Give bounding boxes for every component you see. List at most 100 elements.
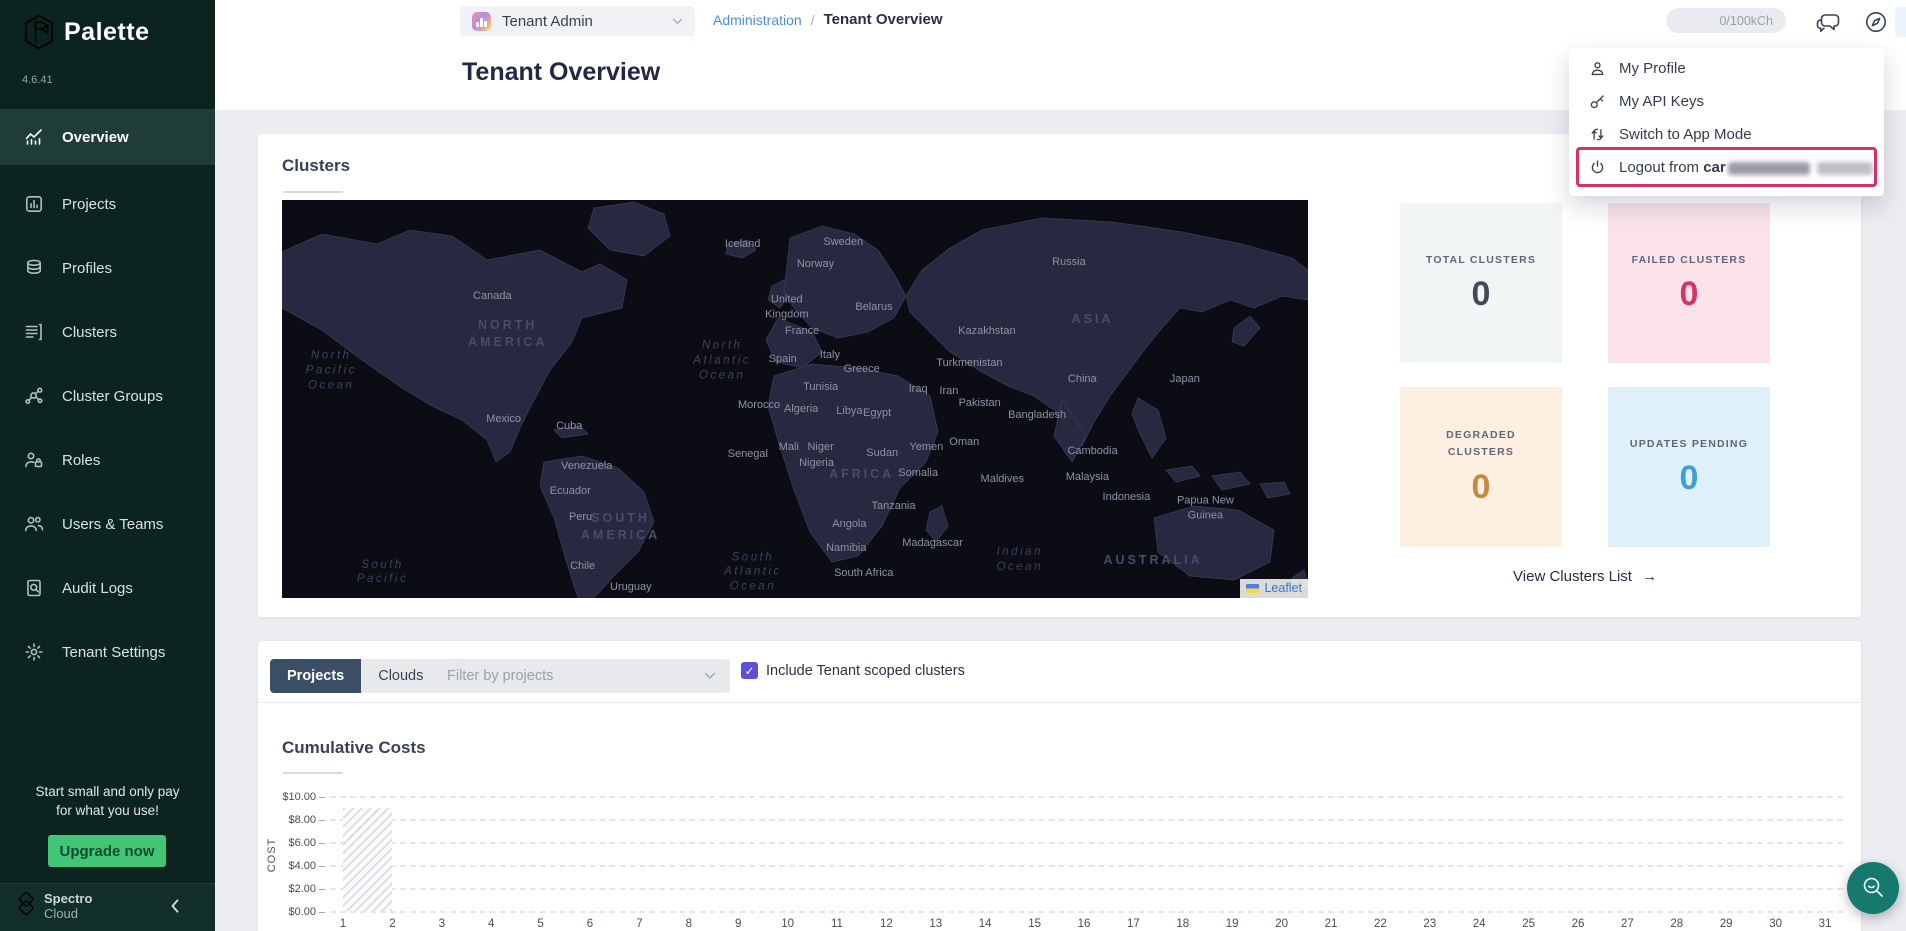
upgrade-now-button[interactable]: Upgrade now bbox=[48, 835, 166, 867]
chart-x-tick-label: 20 bbox=[1267, 918, 1297, 930]
scope-selector-label: Tenant Admin bbox=[502, 13, 593, 30]
sidebar-item-tenant-settings[interactable]: Tenant Settings bbox=[0, 624, 215, 680]
chart-y-tick bbox=[319, 912, 325, 913]
heading-underline bbox=[283, 772, 343, 774]
menu-item-logout-from[interactable]: Logout from car bbox=[1569, 151, 1884, 184]
chart-gridline bbox=[330, 865, 1843, 867]
ukraine-flag-icon bbox=[1246, 584, 1259, 593]
divider bbox=[258, 702, 1861, 703]
leaflet-attribution[interactable]: Leaflet bbox=[1240, 579, 1308, 598]
chart-y-tick-label: $8.00 bbox=[256, 814, 316, 826]
spectro-cloud-logo-icon bbox=[14, 892, 40, 922]
chart-x-tick-label: 2 bbox=[377, 918, 407, 930]
page-title: Tenant Overview bbox=[462, 58, 660, 87]
sidebar-item-audit-logs[interactable]: Audit Logs bbox=[0, 560, 215, 616]
chart-y-tick bbox=[319, 889, 325, 890]
help-search-button[interactable] bbox=[1847, 862, 1899, 914]
menu-item-switch-to-app-mode[interactable]: Switch to App Mode bbox=[1569, 118, 1884, 151]
menu-item-label: Logout from car bbox=[1619, 159, 1873, 176]
menu-item-my-api-keys[interactable]: My API Keys bbox=[1569, 85, 1884, 118]
chart-x-tick-label: 30 bbox=[1761, 918, 1791, 930]
stat-card-failed-clusters: FAILED CLUSTERS0 bbox=[1608, 203, 1770, 363]
chart-x-tick-label: 4 bbox=[476, 918, 506, 930]
stat-value: 0 bbox=[1472, 468, 1491, 507]
chart-y-tick bbox=[319, 797, 325, 798]
cluster-groups-icon bbox=[24, 386, 44, 406]
chart-x-tick-label: 22 bbox=[1365, 918, 1395, 930]
overview-icon bbox=[24, 127, 44, 147]
chat-icon[interactable] bbox=[1816, 12, 1842, 34]
chart-x-tick-label: 6 bbox=[575, 918, 605, 930]
chart-x-tick-label: 9 bbox=[723, 918, 753, 930]
chart-y-tick bbox=[319, 866, 325, 867]
filter-by-projects-select[interactable]: Filter by projects bbox=[433, 659, 730, 693]
chart-x-tick-label: 14 bbox=[970, 918, 1000, 930]
chart-gridline bbox=[330, 888, 1843, 890]
breadcrumb-administration-link[interactable]: Administration bbox=[713, 12, 802, 28]
sidebar: Palette 4.6.41 Overview Projects Profiles C… bbox=[0, 0, 215, 931]
chart-gridline bbox=[330, 842, 1843, 844]
power-icon bbox=[1589, 159, 1606, 176]
sidebar-item-label: Audit Logs bbox=[62, 580, 133, 597]
docs-button[interactable]: Docs bbox=[1895, 7, 1906, 37]
audit-logs-icon bbox=[24, 578, 44, 598]
chart-x-tick-label: 16 bbox=[1069, 918, 1099, 930]
key-icon bbox=[1589, 93, 1606, 110]
chart-x-tick-label: 11 bbox=[822, 918, 852, 930]
include-tenant-scoped-checkbox[interactable]: ✓ bbox=[741, 662, 758, 679]
chart-x-tick-label: 15 bbox=[1020, 918, 1050, 930]
brand-logo: Palette bbox=[24, 14, 149, 50]
sidebar-item-label: Clusters bbox=[62, 324, 117, 341]
menu-item-label: Switch to App Mode bbox=[1619, 126, 1752, 143]
chart-y-tick-label: $10.00 bbox=[256, 791, 316, 803]
tab-projects[interactable]: Projects bbox=[270, 659, 361, 693]
world-map[interactable]: IcelandSwedenNorwayRussiaCanadaUnited Ki… bbox=[282, 200, 1308, 598]
roles-icon bbox=[24, 450, 44, 470]
sidebar-item-roles[interactable]: Roles bbox=[0, 432, 215, 488]
stat-value: 0 bbox=[1472, 275, 1491, 314]
menu-item-my-profile[interactable]: My Profile bbox=[1569, 52, 1884, 85]
scope-tabs: ProjectsClouds bbox=[270, 659, 440, 693]
chart-gridline bbox=[330, 911, 1843, 913]
chart-x-tick-label: 19 bbox=[1217, 918, 1247, 930]
include-tenant-scoped-label: Include Tenant scoped clusters bbox=[766, 663, 965, 679]
magnifier-smile-icon bbox=[1859, 874, 1887, 902]
sidebar-item-projects[interactable]: Projects bbox=[0, 176, 215, 232]
stat-label: DEGRADED CLUSTERS bbox=[1446, 427, 1516, 461]
app-version: 4.6.41 bbox=[22, 74, 53, 86]
tab-clouds[interactable]: Clouds bbox=[361, 659, 440, 693]
arrow-right-icon: → bbox=[1642, 568, 1657, 585]
redacted-text bbox=[1817, 162, 1873, 175]
whats-new-compass-icon[interactable] bbox=[1864, 10, 1888, 34]
sidebar-item-profiles[interactable]: Profiles bbox=[0, 240, 215, 296]
collapse-sidebar-icon[interactable] bbox=[170, 898, 180, 914]
chart-nodata-hatch bbox=[343, 808, 392, 911]
usage-meter: 0/100kCh bbox=[1666, 8, 1786, 33]
settings-icon bbox=[24, 642, 44, 662]
chart-x-tick-label: 17 bbox=[1118, 918, 1148, 930]
scope-selector[interactable]: Tenant Admin bbox=[460, 6, 695, 36]
chart-x-tick-label: 31 bbox=[1810, 918, 1840, 930]
stat-label: TOTAL CLUSTERS bbox=[1426, 252, 1536, 269]
brand-name: Palette bbox=[64, 18, 149, 47]
chart-y-tick-label: $4.00 bbox=[256, 860, 316, 872]
sidebar-item-clusters[interactable]: Clusters bbox=[0, 304, 215, 360]
app-root: Palette 4.6.41 Overview Projects Profiles C… bbox=[0, 0, 1906, 931]
palette-logo-icon bbox=[24, 14, 54, 50]
world-map-svg bbox=[282, 200, 1308, 598]
stat-card-degraded-clusters: DEGRADED CLUSTERS 0 bbox=[1400, 387, 1562, 547]
view-clusters-list-link[interactable]: View Clusters List → bbox=[1400, 568, 1770, 585]
sidebar-item-cluster-groups[interactable]: Cluster Groups bbox=[0, 368, 215, 424]
projects-icon bbox=[24, 194, 44, 214]
redacted-text bbox=[1728, 162, 1810, 175]
stat-value: 0 bbox=[1680, 275, 1699, 314]
chart-y-tick-label: $2.00 bbox=[256, 883, 316, 895]
sidebar-item-label: Projects bbox=[62, 196, 116, 213]
sidebar-item-overview[interactable]: Overview bbox=[0, 109, 215, 165]
chart-x-tick-label: 25 bbox=[1514, 918, 1544, 930]
chart-x-tick-label: 8 bbox=[674, 918, 704, 930]
menu-item-label: My API Keys bbox=[1619, 93, 1704, 110]
breadcrumb: Administration / Tenant Overview bbox=[713, 11, 943, 28]
switch-icon bbox=[1589, 126, 1606, 143]
sidebar-item-users-teams[interactable]: Users & Teams bbox=[0, 496, 215, 552]
